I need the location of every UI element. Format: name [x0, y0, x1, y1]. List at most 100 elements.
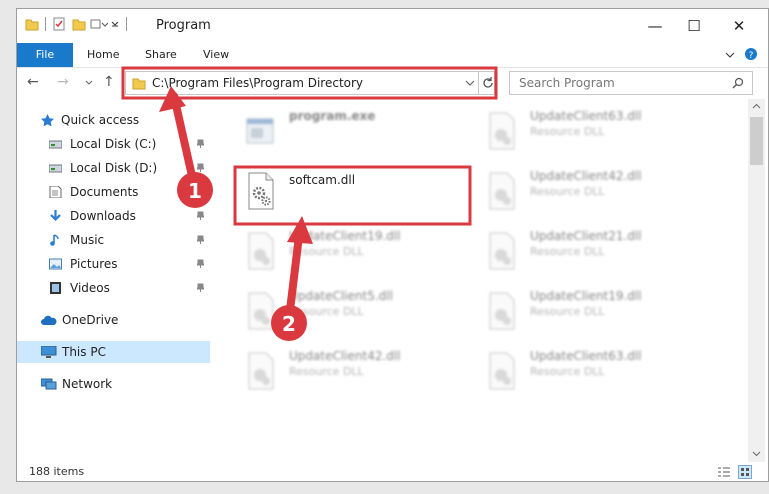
tab-file[interactable]: File [17, 43, 73, 67]
file-name: UpdateClient42.dll [530, 169, 642, 183]
file-name: UpdateClient63.dll [530, 349, 642, 363]
file-item[interactable]: program.exe [237, 105, 467, 159]
window-title: Program [156, 18, 211, 33]
chevron-down-icon[interactable] [465, 80, 475, 87]
folder-icon [132, 78, 146, 90]
file-item[interactable]: UpdateClient63.dll Resource DLL [478, 345, 708, 399]
pin-icon [197, 283, 204, 292]
search-input[interactable]: Search Program [519, 76, 615, 90]
forward-arrow-icon[interactable]: → [57, 74, 69, 90]
star-icon [41, 114, 54, 126]
search-icon[interactable] [732, 77, 744, 89]
search-box[interactable]: Search Program [509, 71, 753, 95]
file-description: Resource DLL [289, 245, 364, 258]
sidebar-item-pictures[interactable]: Pictures [17, 253, 210, 275]
sidebar-item-quick-access[interactable]: Quick access [17, 109, 210, 131]
sidebar-item-local-disk-c[interactable]: Local Disk (C:) [17, 133, 210, 155]
pin-icon [197, 211, 204, 220]
tiles-view-icon[interactable] [738, 465, 752, 479]
network-icon [41, 378, 57, 390]
computer-icon [41, 346, 57, 358]
sidebar-item-label: Videos [70, 281, 110, 295]
file-item[interactable]: UpdateClient63.dll Resource DLL [478, 105, 708, 159]
address-bar[interactable]: C:\Program Files\Program Directory [125, 71, 495, 95]
file-item[interactable]: UpdateClient42.dll Resource DLL [478, 165, 708, 219]
sidebar-item-label: Network [62, 377, 113, 391]
file-item[interactable]: UpdateClient19.dll Resource DLL [478, 285, 708, 339]
maximize-button[interactable]: ☐ [671, 9, 717, 43]
refresh-icon[interactable] [481, 76, 495, 90]
sidebar-item-this-pc[interactable]: This PC [17, 341, 210, 363]
cloud-icon [41, 315, 57, 325]
title-bar: Program — ☐ ✕ [17, 9, 768, 43]
dll-file-icon [248, 352, 274, 390]
tab-view[interactable]: View [203, 43, 229, 67]
sidebar-item-onedrive[interactable]: OneDrive [17, 309, 210, 331]
chevron-down-icon[interactable] [85, 80, 93, 86]
tab-share[interactable]: Share [145, 43, 177, 67]
file-name: UpdateClient42.dll [289, 349, 401, 363]
file-name: UpdateClient63.dll [530, 109, 642, 123]
exe-file-icon [246, 118, 274, 144]
customize-toolbar-icon[interactable] [90, 17, 108, 31]
close-button[interactable]: ✕ [716, 9, 762, 43]
chevron-down-icon[interactable] [752, 451, 761, 457]
file-name: UpdateClient5.dll [289, 289, 393, 303]
scrollbar-thumb[interactable] [750, 117, 763, 165]
dll-file-icon [248, 172, 274, 210]
file-description: Resource DLL [530, 185, 605, 198]
vertical-scrollbar[interactable] [748, 99, 765, 462]
file-name: softcam.dll [289, 173, 356, 187]
details-view-icon[interactable] [717, 466, 731, 478]
quick-access-toolbar [25, 17, 133, 31]
question-icon[interactable]: ? [744, 47, 758, 61]
chevron-up-icon[interactable] [752, 103, 761, 109]
chevron-down-icon[interactable] [725, 51, 735, 59]
up-arrow-icon[interactable]: ↑ [103, 74, 115, 90]
file-item[interactable]: UpdateClient42.dll Resource DLL [237, 345, 467, 399]
file-description: Resource DLL [289, 365, 364, 378]
address-path: C:\Program Files\Program Directory [152, 76, 364, 90]
file-item[interactable]: UpdateClient21.dll Resource DLL [478, 225, 708, 279]
dll-file-icon [489, 172, 515, 210]
properties-icon[interactable] [52, 17, 66, 31]
svg-text:?: ? [749, 51, 754, 61]
pin-icon [197, 187, 204, 196]
document-icon [49, 186, 62, 198]
sidebar-item-label: Pictures [70, 257, 118, 271]
ribbon: File Home Share View ? [17, 43, 768, 68]
sidebar-item-network[interactable]: Network [17, 373, 210, 395]
new-folder-icon[interactable] [72, 17, 86, 31]
dll-file-icon [248, 232, 274, 270]
sidebar-item-documents[interactable]: Documents [17, 181, 210, 203]
file-name: program.exe [289, 109, 376, 123]
sidebar-item-label: OneDrive [62, 313, 119, 327]
dll-file-icon [489, 352, 515, 390]
drive-icon [49, 140, 62, 149]
videos-icon [50, 282, 61, 294]
file-name: UpdateClient19.dll [530, 289, 642, 303]
sidebar-item-music[interactable]: Music [17, 229, 210, 251]
file-item[interactable]: UpdateClient5.dll Resource DLL [237, 285, 467, 339]
folder-icon[interactable] [25, 17, 39, 31]
drive-icon [49, 164, 62, 173]
file-description: Resource DLL [530, 125, 605, 138]
dll-file-icon [248, 292, 274, 330]
pictures-icon [49, 258, 62, 270]
pin-icon [197, 139, 204, 148]
tab-home[interactable]: Home [87, 43, 119, 67]
toolbar-divider [126, 17, 127, 31]
dll-file-icon [489, 112, 515, 150]
file-description: Resource DLL [530, 365, 605, 378]
item-count: 188 items [29, 465, 85, 478]
file-item-softcam[interactable]: softcam.dll [237, 165, 467, 219]
sidebar-item-local-disk-d[interactable]: Local Disk (D:) [17, 157, 210, 179]
sidebar-item-downloads[interactable]: Downloads [17, 205, 210, 227]
back-arrow-icon[interactable]: ← [27, 74, 39, 90]
dll-file-icon [489, 292, 515, 330]
sidebar-item-label: This PC [62, 345, 106, 359]
sidebar-item-videos[interactable]: Videos [17, 277, 210, 299]
file-item[interactable]: UpdateClient19.dll Resource DLL [237, 225, 467, 279]
chevron-down-icon[interactable] [110, 17, 120, 31]
file-name: UpdateClient19.dll [289, 229, 401, 243]
